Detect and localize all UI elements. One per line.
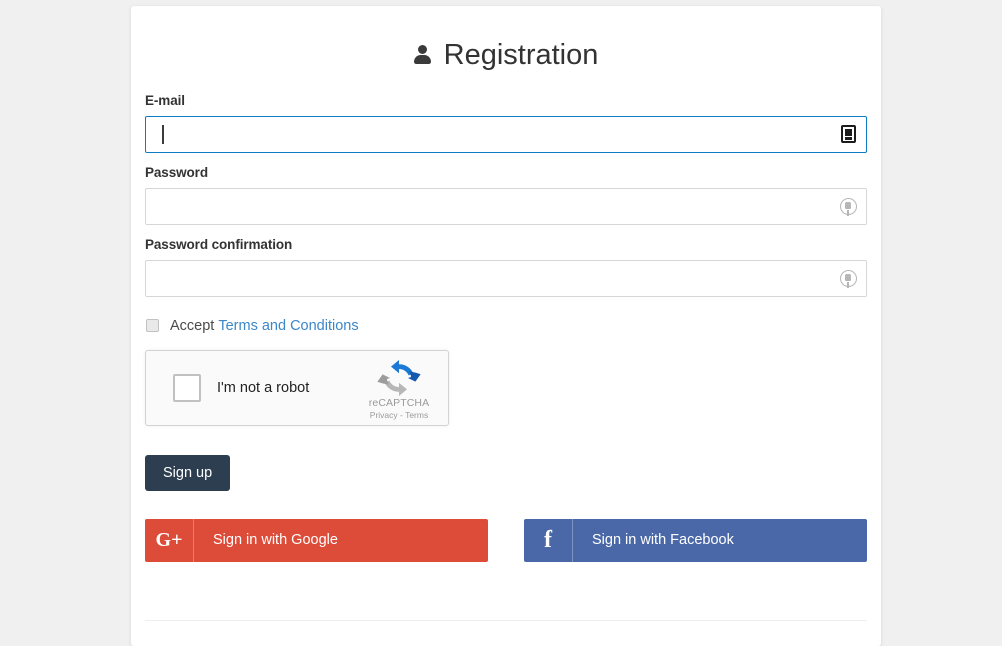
accept-terms-row: Accept Terms and Conditions [145, 318, 867, 334]
password-field-group: Password [145, 165, 867, 225]
password-confirmation-input-wrap [145, 259, 867, 297]
password-confirmation-label: Password confirmation [145, 236, 293, 252]
contact-card-icon[interactable] [838, 124, 858, 144]
page-title: Registration [145, 6, 867, 93]
bottom-divider [145, 620, 867, 621]
sign-in-with-google-button[interactable]: G+ Sign in with Google [145, 518, 488, 562]
recaptcha-label: I'm not a robot [217, 379, 310, 396]
password-confirmation-field-group: Password confirmation [145, 237, 867, 297]
accept-terms-checkbox[interactable] [146, 319, 159, 333]
email-field-group: E-mail [145, 93, 867, 153]
email-label: E-mail [145, 92, 185, 108]
terms-and-conditions-link[interactable]: Terms and Conditions [218, 318, 358, 334]
email-input-wrap [145, 115, 867, 153]
user-icon [413, 43, 431, 67]
text-caret [162, 124, 164, 144]
password-input-wrap [145, 187, 867, 225]
page-title-text: Registration [443, 39, 599, 71]
sign-in-with-facebook-button[interactable]: f Sign in with Facebook [524, 518, 867, 562]
facebook-button-label: Sign in with Facebook [592, 532, 734, 549]
google-button-label: Sign in with Google [213, 532, 338, 549]
recaptcha-brand-name: reCAPTCHA [368, 396, 430, 409]
recaptcha-checkbox[interactable] [173, 373, 201, 402]
key-icon[interactable] [838, 196, 858, 217]
social-login-row: G+ Sign in with Google f Sign in with Fa… [145, 518, 867, 562]
recaptcha-brand: reCAPTCHA Privacy - Terms [361, 359, 437, 422]
registration-card: Registration E-mail Password Password co… [131, 6, 881, 646]
password-label: Password [145, 164, 208, 180]
recaptcha-widget[interactable]: I'm not a robot reCAPTCHA Privacy - Term… [145, 349, 449, 426]
password-confirmation-input[interactable] [145, 259, 867, 297]
accept-terms-label: Accept [170, 317, 215, 334]
sign-up-button[interactable]: Sign up [145, 454, 231, 491]
facebook-icon: f [524, 518, 573, 562]
key-icon[interactable] [838, 268, 858, 289]
password-input[interactable] [145, 187, 867, 225]
google-plus-icon: G+ [145, 518, 194, 562]
recaptcha-legal-links[interactable]: Privacy - Terms [361, 409, 437, 422]
recaptcha-logo [377, 359, 421, 396]
email-input[interactable] [145, 115, 867, 153]
